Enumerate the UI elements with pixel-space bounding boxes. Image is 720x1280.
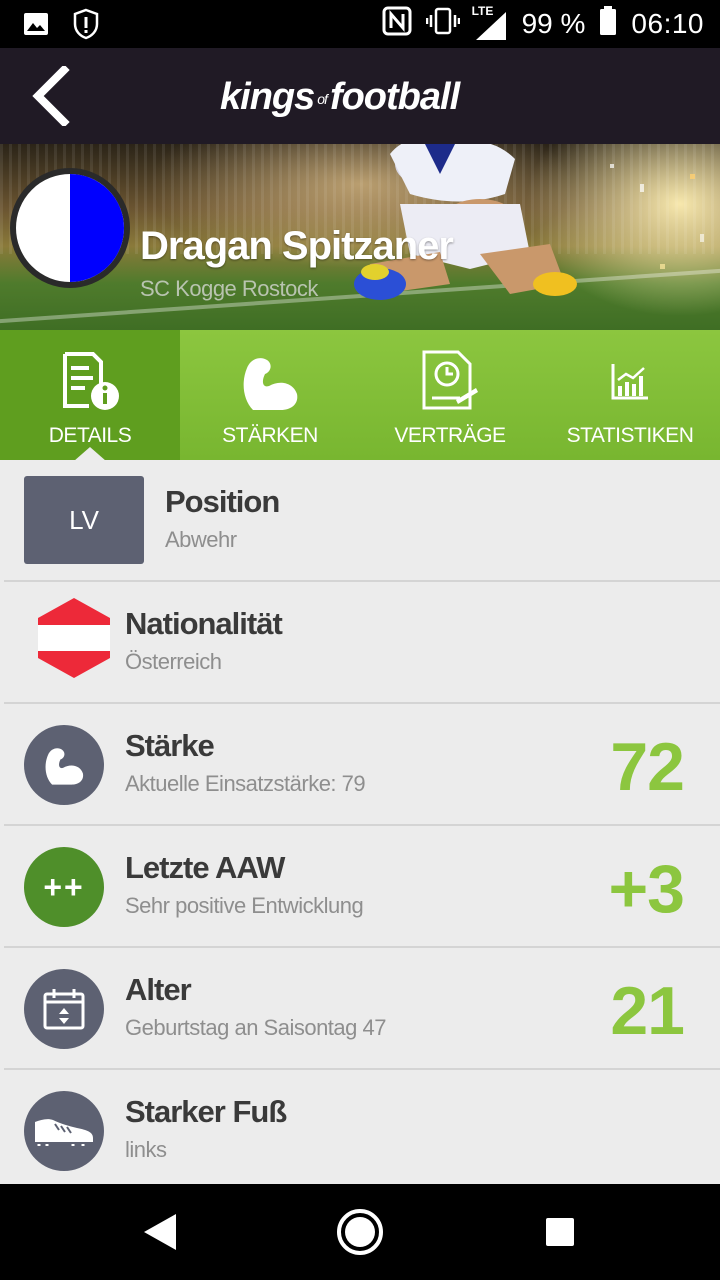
- age-value: 21: [610, 973, 685, 1049]
- club-crest-icon: [10, 168, 130, 288]
- flexed-arm-icon: [243, 358, 298, 410]
- logo-text-football: football: [329, 76, 460, 118]
- football-boot-icon: [35, 1119, 93, 1146]
- nationality-title: Nationalität: [125, 606, 283, 641]
- active-tab-indicator: [74, 447, 106, 461]
- strength-title: Stärke: [125, 728, 215, 763]
- position-subtitle: Abwehr: [165, 527, 237, 552]
- system-nav-bar: [0, 1184, 720, 1280]
- app-bar: kings offootball: [0, 48, 720, 144]
- nav-home-icon: [337, 1209, 383, 1255]
- vibrate-icon: [425, 7, 460, 42]
- battery-percent: 99 %: [521, 8, 586, 39]
- nav-recents-icon: [546, 1218, 574, 1246]
- list-item-nationality[interactable]: Nationalität Österreich: [4, 582, 720, 704]
- list-item-position[interactable]: LV Position Abwehr: [4, 460, 720, 582]
- strength-subtitle: Aktuelle Einsatzstärke: 79: [125, 771, 366, 796]
- position-title: Position: [165, 484, 280, 519]
- nav-back-icon: [144, 1214, 176, 1250]
- list-item-age[interactable]: Alter Geburtstag an Saisontag 47 21: [4, 948, 720, 1070]
- flexed-arm-icon: [45, 748, 84, 785]
- nav-home-button[interactable]: [332, 1204, 388, 1260]
- app-logo: kings offootball: [220, 76, 460, 119]
- back-button[interactable]: [22, 62, 78, 130]
- age-icon-circle: [24, 969, 104, 1049]
- position-badge: LV: [24, 476, 144, 564]
- tab-details[interactable]: DETAILS: [0, 330, 180, 461]
- gallery-notification-icon: [22, 10, 50, 43]
- tab-vertraege-label: VERTRÄGE: [394, 424, 506, 447]
- last-aaw-value: +3: [608, 851, 685, 927]
- signal-lte-icon: LTE: [472, 4, 508, 40]
- tab-details-label: DETAILS: [48, 424, 132, 447]
- nav-recents-button[interactable]: [532, 1204, 588, 1260]
- last-aaw-title: Letzte AAW: [125, 850, 285, 885]
- crest-blue-half: [70, 174, 124, 282]
- list-item-strength[interactable]: Stärke Aktuelle Einsatzstärke: 79 72: [4, 704, 720, 826]
- age-subtitle: Geburtstag an Saisontag 47: [125, 1015, 386, 1040]
- player-details-list: LV Position Abwehr Nationalität Österrei…: [0, 460, 720, 1192]
- plus-plus-icon: ++: [24, 847, 104, 927]
- details-icon: [63, 352, 119, 410]
- list-item-last-aaw[interactable]: ++ Letzte AAW Sehr positive Entwicklung …: [4, 826, 720, 948]
- strong-foot-title: Starker Fuß: [125, 1094, 287, 1129]
- logo-text-kings: kings: [220, 76, 315, 118]
- status-bar: LTE 99 % 06:10: [0, 0, 720, 48]
- strength-value: 72: [610, 729, 685, 805]
- player-name: Dragan Spitzaner: [140, 224, 454, 268]
- tab-vertraege[interactable]: VERTRÄGE: [360, 330, 540, 460]
- nav-back-button[interactable]: [132, 1204, 188, 1260]
- foot-icon-circle: [24, 1091, 104, 1171]
- tab-staerken[interactable]: STÄRKEN: [180, 330, 360, 460]
- player-tabs: DETAILS STÄRKEN VERTRÄGE STATISTIKEN: [0, 330, 720, 461]
- tab-statistiken[interactable]: STATISTIKEN: [540, 330, 720, 460]
- tab-statistiken-label: STATISTIKEN: [566, 424, 694, 447]
- club-name[interactable]: SC Kogge Rostock: [140, 276, 318, 302]
- contract-icon: [422, 350, 478, 410]
- chart-icon: [611, 364, 648, 400]
- alert-shield-icon: [72, 8, 100, 45]
- nationality-subtitle: Österreich: [125, 649, 222, 674]
- calendar-icon: [43, 989, 85, 1030]
- strength-icon-circle: [24, 725, 104, 805]
- back-arrow-icon: [32, 66, 70, 126]
- list-item-strong-foot[interactable]: Starker Fuß links: [4, 1070, 720, 1192]
- age-title: Alter: [125, 972, 192, 1007]
- clock: 06:10: [631, 8, 704, 39]
- tab-staerken-label: STÄRKEN: [222, 424, 318, 447]
- nfc-icon: [382, 6, 412, 43]
- battery-icon: [599, 5, 617, 43]
- last-aaw-subtitle: Sehr positive Entwicklung: [125, 893, 364, 918]
- strong-foot-subtitle: links: [125, 1137, 167, 1162]
- logo-text-of: of: [317, 90, 328, 107]
- austria-flag-icon: [38, 598, 110, 678]
